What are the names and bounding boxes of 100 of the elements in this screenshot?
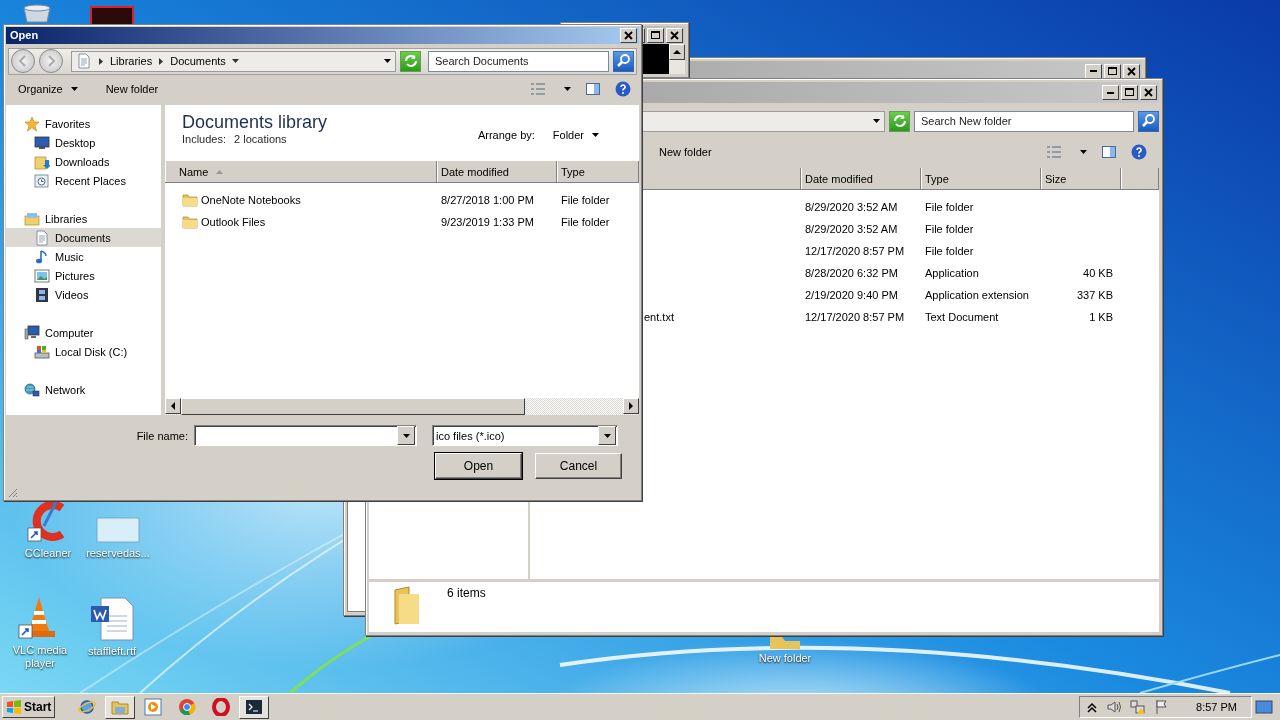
maximize-button[interactable] (1121, 85, 1138, 100)
nav-item[interactable]: Recent Places (6, 171, 161, 190)
minimize-button[interactable] (1085, 63, 1102, 79)
taskbar-app[interactable] (105, 695, 136, 719)
refresh-button[interactable] (400, 50, 421, 72)
o-ring-icon (212, 698, 231, 716)
folder-icon (182, 192, 198, 208)
nav-item[interactable]: Documents (6, 228, 161, 247)
type-cell-text: File folder (560, 216, 610, 228)
caret-icon (603, 433, 611, 438)
file-name-field[interactable] (194, 425, 417, 446)
type-cell-text: Application (924, 267, 980, 279)
date-cell-text: 8/29/2020 3:52 AM (804, 201, 899, 213)
breadcrumb-item[interactable]: Libraries (110, 55, 153, 68)
column-header[interactable]: Date modified (437, 161, 557, 182)
chevron-down-icon (231, 59, 239, 64)
nav-item[interactable]: Pictures (6, 266, 161, 285)
nav-item[interactable]: Videos (6, 285, 161, 304)
column-header[interactable] (1121, 168, 1159, 189)
maximize-button[interactable] (647, 27, 664, 43)
refresh-button[interactable] (889, 110, 910, 132)
toolbar-button[interactable]: New folder (655, 144, 716, 160)
sort-caret-icon (216, 169, 224, 174)
close-button[interactable] (666, 27, 683, 43)
minimize-button[interactable] (1102, 85, 1119, 100)
toolbar-button[interactable]: Organize (14, 81, 82, 98)
close-button[interactable] (1123, 63, 1140, 79)
arrange-dropdown[interactable]: Folder (548, 127, 603, 143)
nav-item[interactable]: Computer (6, 323, 161, 342)
column-header[interactable]: Size (1041, 168, 1121, 189)
column-header[interactable]: Date modified (801, 168, 921, 189)
nav-item[interactable]: Downloads (6, 152, 161, 171)
close-button[interactable] (620, 27, 637, 43)
globe-icon (24, 381, 40, 398)
type-cell-text: File folder (560, 194, 610, 206)
computer-icon (24, 324, 40, 341)
address-bar[interactable]: Libraries Documents (71, 50, 396, 72)
file-name[interactable]: Outlook Files (201, 216, 266, 228)
up-arrow-icon (672, 48, 682, 56)
speaker-icon (1106, 699, 1123, 715)
preview-pane-icon (585, 81, 601, 98)
taskbar-app[interactable] (239, 695, 270, 719)
download-folder-icon (34, 153, 50, 170)
minimize-icon (1107, 91, 1114, 94)
scroll-up-button[interactable] (669, 44, 685, 60)
search-button[interactable] (613, 50, 634, 72)
globe-ring-icon (78, 698, 97, 716)
search-field[interactable]: Search Documents (428, 50, 609, 72)
help-icon (1131, 144, 1147, 160)
caret-icon (1080, 150, 1087, 154)
file-type-dropdown[interactable]: ico files (*.ico) (432, 425, 618, 446)
column-header[interactable]: Name (165, 161, 437, 182)
date-cell-text: 8/28/2020 6:32 PM (804, 267, 899, 279)
image-frame-icon (34, 267, 50, 284)
horizontal-scrollbar[interactable] (165, 398, 639, 415)
forward-button[interactable] (39, 49, 63, 74)
maximize-button[interactable] (1104, 63, 1121, 79)
folder-icon (182, 214, 198, 230)
start-button[interactable]: Start (2, 696, 56, 718)
toolbar-button[interactable]: New folder (101, 81, 163, 98)
refresh-arrows-icon (891, 113, 908, 129)
dialog-button[interactable]: Cancel (535, 453, 622, 479)
nav-item[interactable]: Music (6, 247, 161, 266)
size-cell: 337 KB (1076, 289, 1113, 301)
date-cell-text: 9/23/2019 1:33 PM (440, 216, 535, 228)
date-cell-text: 12/17/2020 8:57 PM (804, 311, 906, 323)
date-cell-text: 2/19/2020 9:40 PM (804, 289, 899, 301)
network-warning-icon (1130, 699, 1147, 715)
minimize-icon (1090, 70, 1097, 72)
file-name[interactable]: OneNote Notebooks (201, 194, 301, 206)
column-header[interactable]: Type (557, 161, 639, 182)
star-icon (24, 115, 40, 132)
locations-link[interactable]: 2 locations (234, 133, 287, 145)
nav-item[interactable]: Local Disk (C:) (6, 342, 161, 361)
circle-logo-icon (178, 698, 197, 716)
date-cell-text: 8/27/2018 1:00 PM (440, 194, 535, 206)
nav-item[interactable]: Favorites (6, 114, 161, 133)
caret-icon (564, 87, 571, 92)
column-header[interactable]: Type (921, 168, 1041, 189)
app-icon (90, 6, 134, 26)
file-name[interactable]: ent.txt (644, 311, 674, 323)
nav-item[interactable]: Desktop (6, 133, 161, 152)
library-folder-icon (24, 210, 40, 227)
type-cell-text: Application extension (924, 289, 1030, 301)
close-button[interactable] (1140, 85, 1157, 100)
search-button[interactable] (1138, 110, 1159, 132)
recycle-bin-icon (20, 4, 54, 24)
nav-item[interactable]: Network (6, 380, 161, 399)
clock[interactable]: 8:57 PM (1196, 701, 1237, 713)
document-icon (89, 596, 135, 642)
nav-item[interactable]: Libraries (6, 209, 161, 228)
close-icon (668, 28, 681, 42)
search-field[interactable]: Search New folder (914, 110, 1134, 132)
size-cell: 40 KB (1083, 267, 1113, 279)
folder-icon (111, 698, 130, 716)
back-button[interactable] (11, 49, 35, 74)
date-cell-text: 8/29/2020 3:52 AM (804, 223, 899, 235)
dialog-button[interactable]: Open (435, 453, 522, 479)
breadcrumb-item[interactable]: Documents (170, 55, 226, 68)
caret-icon (70, 87, 78, 92)
